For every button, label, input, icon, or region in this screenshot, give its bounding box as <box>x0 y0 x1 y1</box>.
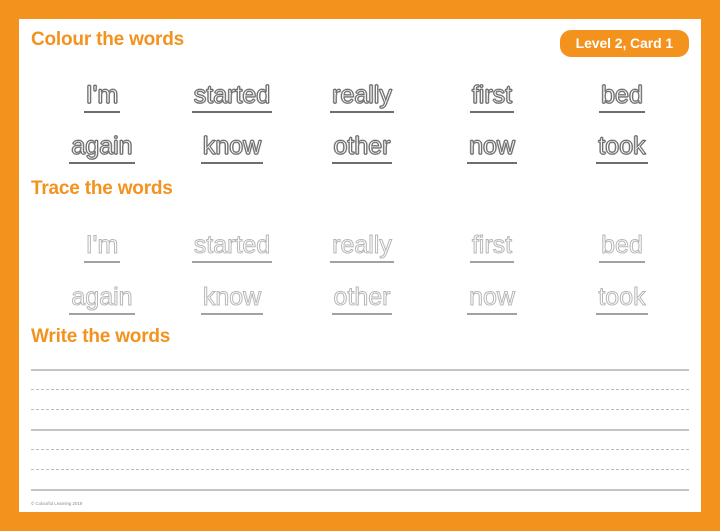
word-cell[interactable]: I'm <box>37 65 167 113</box>
word-cell[interactable]: took <box>557 267 687 315</box>
colour-word[interactable]: know <box>200 133 264 164</box>
trace-word[interactable]: know <box>200 284 264 315</box>
word-cell[interactable]: now <box>427 267 557 315</box>
section-heading-colour: Colour the words <box>31 29 185 50</box>
word-cell[interactable]: know <box>167 267 297 315</box>
trace-word[interactable]: again <box>69 284 135 315</box>
colour-word[interactable]: really <box>330 82 394 113</box>
word-cell[interactable]: bed <box>557 215 687 263</box>
trace-word[interactable]: I'm <box>83 232 121 263</box>
writing-rule-dashed <box>31 469 689 470</box>
word-cell[interactable]: took <box>557 116 687 164</box>
writing-rule-dashed <box>31 389 689 390</box>
word-cell[interactable]: started <box>167 65 297 113</box>
colour-word[interactable]: bed <box>599 82 645 113</box>
colour-word[interactable]: again <box>69 133 135 164</box>
writing-rule-solid <box>31 369 689 371</box>
word-cell[interactable]: I'm <box>37 215 167 263</box>
word-cell[interactable]: now <box>427 116 557 164</box>
trace-word[interactable]: started <box>191 232 273 263</box>
trace-word-row: I'm started really first bed <box>37 215 687 263</box>
word-cell[interactable]: really <box>297 215 427 263</box>
word-cell[interactable]: first <box>427 215 557 263</box>
colour-word-row: again know other now took <box>37 116 687 164</box>
level-card-badge: Level 2, Card 1 <box>559 30 689 57</box>
trace-word[interactable]: other <box>331 284 393 315</box>
section-heading-write: Write the words <box>31 326 171 347</box>
colour-word[interactable]: I'm <box>83 82 121 113</box>
word-cell[interactable]: know <box>167 116 297 164</box>
word-cell[interactable]: started <box>167 215 297 263</box>
colour-word[interactable]: started <box>191 82 273 113</box>
trace-word[interactable]: first <box>469 232 515 263</box>
writing-rule-solid <box>31 429 689 431</box>
writing-rule-solid <box>31 489 689 491</box>
trace-word[interactable]: now <box>467 284 517 315</box>
word-cell[interactable]: first <box>427 65 557 113</box>
colour-word[interactable]: other <box>331 133 393 164</box>
copyright-notice: © Colourful Learning 2019 <box>31 501 83 506</box>
colour-word[interactable]: now <box>467 133 517 164</box>
colour-word-row: I'm started really first bed <box>37 65 687 113</box>
word-cell[interactable]: again <box>37 267 167 315</box>
trace-word[interactable]: took <box>596 284 648 315</box>
word-cell[interactable]: again <box>37 116 167 164</box>
worksheet-page: Colour the words Level 2, Card 1 I'm star… <box>0 0 720 531</box>
word-cell[interactable]: other <box>297 267 427 315</box>
colour-word[interactable]: took <box>596 133 648 164</box>
word-cell[interactable]: other <box>297 116 427 164</box>
writing-line-group[interactable] <box>31 369 689 431</box>
worksheet-content: Colour the words Level 2, Card 1 I'm star… <box>19 19 701 512</box>
trace-word-row: again know other now took <box>37 267 687 315</box>
word-cell[interactable]: bed <box>557 65 687 113</box>
word-cell[interactable]: really <box>297 65 427 113</box>
writing-lines-area[interactable] <box>31 369 689 491</box>
trace-word[interactable]: really <box>330 232 394 263</box>
writing-line-group[interactable] <box>31 429 689 491</box>
section-heading-trace: Trace the words <box>31 178 173 199</box>
writing-rule-dashed <box>31 449 689 450</box>
trace-word[interactable]: bed <box>599 232 645 263</box>
writing-rule-dashed <box>31 409 689 410</box>
colour-word[interactable]: first <box>469 82 515 113</box>
